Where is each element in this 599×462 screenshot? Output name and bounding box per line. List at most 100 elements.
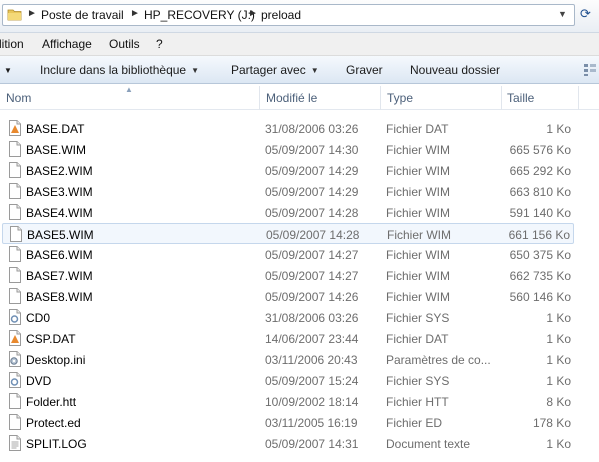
file-type: Fichier WIM — [386, 269, 450, 283]
file-size: 178 Ko — [532, 416, 571, 430]
file-date: 05/09/2007 14:29 — [265, 164, 359, 178]
table-row[interactable]: CD0 31/08/2006 03:26 Fichier SYS 1 Ko — [2, 307, 574, 328]
settings-file-icon — [9, 351, 21, 367]
file-date: 03/11/2005 16:19 — [265, 416, 358, 430]
organize-dropdown-icon[interactable]: ▼ — [4, 66, 12, 75]
table-row[interactable]: BASE8.WIM 05/09/2007 14:26 Fichier WIM 560 … — [2, 286, 574, 307]
file-size: 1 Ko — [546, 374, 571, 388]
file-type: Fichier HTT — [386, 395, 449, 409]
file-type: Fichier ED — [386, 416, 443, 430]
file-name: BASE4.WIM — [26, 206, 93, 220]
file-size: 560 146 Ko — [509, 290, 571, 304]
chevron-down-icon: ▼ — [310, 66, 319, 75]
blank-file-icon — [9, 267, 21, 283]
file-name: Desktop.ini — [26, 353, 86, 367]
file-name: CSP.DAT — [26, 332, 76, 346]
file-size: 662 735 Ko — [509, 269, 571, 283]
column-header-type[interactable]: Type — [387, 91, 413, 105]
dat-file-icon — [9, 120, 21, 136]
file-name: BASE.DAT — [26, 122, 85, 136]
file-date: 05/09/2007 14:31 — [265, 437, 359, 451]
chevron-down-icon[interactable]: ▼ — [558, 9, 567, 19]
table-row[interactable]: BASE4.WIM 05/09/2007 14:28 Fichier WIM 591 … — [2, 202, 574, 223]
file-name: CD0 — [26, 311, 51, 325]
file-type: Fichier DAT — [386, 122, 449, 136]
menu-help[interactable]: ? — [156, 37, 163, 51]
column-header-name[interactable]: Nom — [6, 91, 31, 105]
table-row[interactable]: BASE5.WIM 05/09/2007 14:28 Fichier WIM 661 … — [2, 223, 574, 244]
breadcrumb-item-folder[interactable]: preload — [261, 8, 301, 22]
file-date: 05/09/2007 14:27 — [265, 248, 359, 262]
text-file-icon — [9, 435, 21, 451]
file-size: 1 Ko — [546, 122, 571, 136]
blank-file-icon — [9, 183, 21, 199]
column-divider[interactable] — [380, 86, 381, 110]
file-name: Protect.ed — [26, 416, 81, 430]
table-row[interactable]: BASE.DAT 31/08/2006 03:26 Fichier DAT 1 Ko — [2, 118, 574, 139]
table-row[interactable]: Folder.htt 10/09/2002 18:14 Fichier HTT 8 K… — [2, 391, 574, 412]
breadcrumb[interactable]: ► Poste de travail ► HP_RECOVERY (J:) ► … — [2, 4, 575, 26]
chevron-right-icon[interactable]: ► — [27, 8, 37, 19]
file-size: 650 375 Ko — [509, 248, 571, 262]
address-bar: ► Poste de travail ► HP_RECOVERY (J:) ► … — [0, 0, 599, 33]
table-row[interactable]: BASE2.WIM 05/09/2007 14:29 Fichier WIM 665 … — [2, 160, 574, 181]
chevron-right-icon[interactable]: ► — [130, 8, 140, 19]
column-header-size[interactable]: Taille — [507, 91, 534, 105]
table-row[interactable]: DVD 05/09/2007 15:24 Fichier SYS 1 Ko — [2, 370, 574, 391]
chevron-down-icon: ▼ — [191, 66, 200, 75]
share-with-button[interactable]: Partager avec ▼ — [231, 63, 319, 77]
table-row[interactable]: BASE3.WIM 05/09/2007 14:29 Fichier WIM 663 … — [2, 181, 574, 202]
file-date: 31/08/2006 03:26 — [265, 311, 359, 325]
file-type: Fichier DAT — [386, 332, 449, 346]
blank-file-icon — [9, 246, 21, 262]
menu-tools[interactable]: Outils — [109, 37, 140, 51]
file-date: 05/09/2007 15:24 — [265, 374, 359, 388]
breadcrumb-item-drive[interactable]: HP_RECOVERY (J:) — [144, 8, 255, 22]
file-name: BASE3.WIM — [26, 185, 93, 199]
column-divider[interactable] — [501, 86, 502, 110]
file-date: 14/06/2007 23:44 — [265, 332, 359, 346]
file-size: 665 576 Ko — [509, 143, 571, 157]
file-date: 10/09/2002 18:14 — [265, 395, 359, 409]
file-size: 1 Ko — [546, 437, 571, 451]
file-type: Document texte — [386, 437, 471, 451]
blank-file-icon — [9, 204, 21, 220]
burn-button[interactable]: Graver — [346, 63, 383, 77]
file-type: Fichier WIM — [386, 206, 450, 220]
include-library-button[interactable]: Inclure dans la bibliothèque ▼ — [40, 63, 199, 77]
file-type: Fichier WIM — [386, 185, 450, 199]
table-row[interactable]: Protect.ed 03/11/2005 16:19 Fichier ED 178 … — [2, 412, 574, 433]
file-size: 1 Ko — [546, 332, 571, 346]
table-row[interactable]: BASE7.WIM 05/09/2007 14:27 Fichier WIM 662 … — [2, 265, 574, 286]
chevron-right-icon[interactable]: ► — [248, 8, 258, 19]
file-type: Fichier WIM — [387, 228, 451, 242]
table-row[interactable]: BASE.WIM 05/09/2007 14:30 Fichier WIM 665 5… — [2, 139, 574, 160]
blank-file-icon — [9, 414, 21, 430]
new-folder-button[interactable]: Nouveau dossier — [410, 63, 500, 77]
column-header-modified[interactable]: Modifié le — [266, 91, 317, 105]
blank-file-icon — [9, 141, 21, 157]
system-file-icon — [9, 309, 21, 325]
menu-view[interactable]: Affichage — [42, 37, 92, 51]
table-row[interactable]: CSP.DAT 14/06/2007 23:44 Fichier DAT 1 Ko — [2, 328, 574, 349]
file-type: Fichier WIM — [386, 290, 450, 304]
table-row[interactable]: BASE6.WIM 05/09/2007 14:27 Fichier WIM 650 … — [2, 244, 574, 265]
file-type: Fichier SYS — [386, 374, 450, 388]
command-bar: ▼ Inclure dans la bibliothèque ▼ Partager… — [0, 56, 599, 84]
share-with-label: Partager avec — [231, 63, 306, 77]
column-divider[interactable] — [578, 86, 579, 110]
view-options-icon[interactable] — [584, 64, 596, 76]
file-type: Fichier WIM — [386, 164, 450, 178]
system-file-icon — [9, 372, 21, 388]
file-name: DVD — [26, 374, 52, 388]
refresh-icon[interactable]: ⟳ — [580, 6, 597, 24]
menu-edit[interactable]: lition — [0, 37, 24, 51]
column-divider[interactable] — [259, 86, 260, 110]
file-size: 8 Ko — [546, 395, 571, 409]
folder-icon — [7, 9, 22, 21]
file-name: BASE7.WIM — [26, 269, 93, 283]
breadcrumb-item-computer[interactable]: Poste de travail — [41, 8, 124, 22]
table-row[interactable]: Desktop.ini 03/11/2006 20:43 Paramètres de… — [2, 349, 574, 370]
file-size: 591 140 Ko — [509, 206, 571, 220]
table-row[interactable]: SPLIT.LOG 05/09/2007 14:31 Document texte 1… — [2, 433, 574, 454]
